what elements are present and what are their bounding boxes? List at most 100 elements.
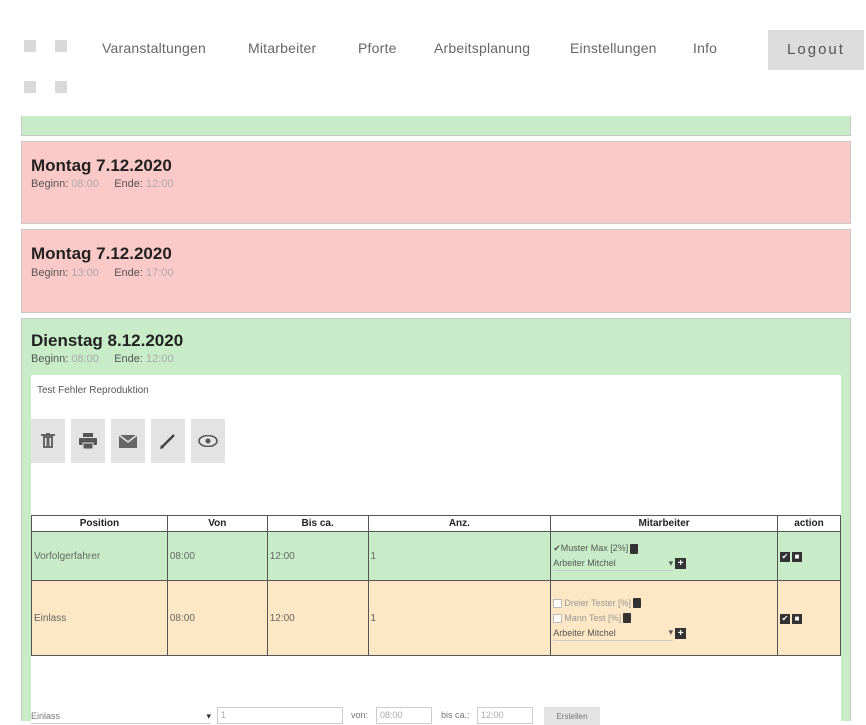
positions-table: Position Von Bis ca. Anz. Mitarbeiter ac… (31, 515, 841, 656)
workers-cell: Dreier Tester [%] Mann Test [%] Arbeiter… (550, 580, 779, 656)
von-input[interactable]: 08:00 (376, 707, 432, 724)
remove-worker-icon[interactable] (630, 543, 639, 554)
column-header: Mitarbeiter (550, 515, 779, 532)
begin-label: Beginn: (31, 267, 69, 279)
worker-select[interactable]: Arbeiter Mitchel ▾ (553, 556, 674, 571)
day-times: Beginn: 13:00 Ende: 17:00 (31, 267, 174, 279)
delete-row-icon[interactable]: ■ (792, 613, 803, 624)
chevron-down-icon: ▾ (668, 557, 674, 568)
begin-label: Beginn: (31, 353, 69, 365)
begin-time: 08:00 (71, 353, 99, 365)
bis-cell: 12:00 (266, 580, 369, 656)
app-grid-icon (55, 81, 67, 93)
end-time: 12:00 (146, 178, 174, 190)
begin-time: 13:00 (71, 267, 99, 279)
day-detail-panel: Test Fehler Reproduktion Position Von Bi… (31, 375, 841, 725)
day-title: Dienstag 8.12.2020 (31, 331, 184, 350)
chevron-down-icon: ▾ (668, 627, 674, 637)
assigned-worker: Dreier Tester [%] (553, 596, 775, 611)
previous-day-card (21, 116, 851, 136)
delete-button[interactable] (31, 419, 65, 463)
confirm-icon[interactable]: ✔ (780, 613, 791, 624)
day-card[interactable]: Montag 7.12.2020 Beginn: 08:00 Ende: 12:… (21, 141, 851, 224)
table-header-row: Position Von Bis ca. Anz. Mitarbeiter ac… (31, 515, 841, 532)
bis-input[interactable]: 12:00 (477, 707, 533, 724)
position-cell: Vorfolgerfahrer (31, 531, 168, 581)
table-row: Einlass 08:00 12:00 1 Dreier Tester [%] … (31, 580, 841, 656)
view-button[interactable] (191, 419, 225, 463)
remove-worker-icon[interactable] (633, 598, 642, 608)
eye-icon (198, 435, 218, 447)
day-times: Beginn: 08:00 Ende: 12:00 (31, 353, 174, 365)
create-button[interactable]: Erstellen (544, 707, 600, 725)
add-worker-icon[interactable]: + (675, 627, 687, 639)
assigned-worker: Mann Test [%] (553, 611, 775, 626)
position-cell: Einlass (31, 580, 168, 656)
action-cell: ✔ ■ (777, 580, 841, 656)
worker-checkbox[interactable] (553, 598, 563, 608)
nav-info[interactable]: Info (693, 40, 717, 56)
end-label: Ende: (114, 178, 143, 190)
worker-name: Mann Test [%] (564, 613, 622, 623)
event-note: Test Fehler Reproduktion (37, 385, 149, 396)
worker-select-value: Arbeiter Mitchel (553, 558, 616, 568)
add-worker-icon[interactable]: + (675, 558, 687, 569)
day-times: Beginn: 08:00 Ende: 12:00 (31, 178, 174, 190)
column-header: Bis ca. (266, 515, 369, 532)
app-grid-icon (55, 40, 67, 52)
mail-icon (119, 434, 137, 448)
position-select-value: Einlass (31, 711, 61, 721)
day-card-expanded[interactable]: Dienstag 8.12.2020 Beginn: 08:00 Ende: 1… (21, 318, 851, 725)
worker-select-row: Arbeiter Mitchel ▾ + (553, 556, 775, 571)
delete-row-icon[interactable]: ■ (792, 551, 803, 562)
end-label: Ende: (114, 267, 143, 279)
nav-pforte[interactable]: Pforte (358, 40, 397, 56)
add-position-form: Einlass ▾ 1 von: 08:00 bis ca.: 12:00 Er… (31, 705, 841, 725)
logout-button[interactable]: Logout (768, 30, 864, 70)
count-input[interactable]: 1 (217, 707, 343, 724)
worker-checkbox[interactable] (553, 613, 563, 623)
nav-veranstaltungen[interactable]: Varanstaltungen (102, 40, 206, 56)
print-icon (79, 433, 97, 449)
end-time: 17:00 (146, 267, 174, 279)
assigned-worker: ✔Muster Max [2%] (553, 541, 775, 556)
worker-name: Dreier Tester [%] (564, 598, 632, 608)
chevron-down-icon: ▾ (206, 710, 211, 721)
von-cell: 08:00 (166, 531, 268, 581)
table-row: Vorfolgerfahrer 08:00 12:00 1 ✔Muster Ma… (31, 531, 841, 581)
day-title: Montag 7.12.2020 (31, 156, 172, 175)
begin-time: 08:00 (71, 178, 99, 190)
end-label: Ende: (114, 353, 143, 365)
von-cell: 08:00 (166, 580, 268, 656)
worker-select[interactable]: Arbeiter Mitchel ▾ (553, 626, 674, 641)
app-grid-icon (24, 81, 36, 93)
edit-icon (160, 434, 175, 449)
end-time: 12:00 (146, 353, 174, 365)
begin-label: Beginn: (31, 178, 69, 190)
worker-select-row: Arbeiter Mitchel ▾ + (553, 626, 775, 641)
day-card[interactable]: Montag 7.12.2020 Beginn: 13:00 Ende: 17:… (21, 229, 851, 313)
print-button[interactable] (71, 419, 105, 463)
von-label: von: (351, 710, 369, 720)
action-cell: ✔ ■ (777, 531, 841, 581)
nav-mitarbeiter[interactable]: Mitarbeiter (248, 40, 316, 56)
mail-button[interactable] (111, 419, 145, 463)
remove-worker-icon[interactable] (623, 613, 632, 623)
app-grid-icon (24, 40, 36, 52)
trash-icon (41, 433, 55, 448)
anz-cell: 1 (367, 580, 552, 656)
nav-einstellungen[interactable]: Einstellungen (570, 40, 657, 56)
worker-name: ✔Muster Max [2%] (553, 543, 629, 553)
top-navigation: Varanstaltungen Mitarbeiter Pforte Arbei… (0, 0, 866, 115)
workers-cell: ✔Muster Max [2%] Arbeiter Mitchel ▾ + (550, 531, 779, 581)
worker-select-value: Arbeiter Mitchel (553, 627, 616, 638)
nav-arbeitsplanung[interactable]: Arbeitsplanung (434, 40, 530, 56)
confirm-icon[interactable]: ✔ (780, 551, 791, 562)
anz-cell: 1 (367, 531, 552, 581)
position-select[interactable]: Einlass ▾ (31, 709, 211, 724)
bis-label: bis ca.: (441, 710, 470, 720)
column-header: action (777, 515, 841, 532)
day-title: Montag 7.12.2020 (31, 244, 172, 263)
edit-button[interactable] (151, 419, 185, 463)
column-header: Von (166, 515, 268, 532)
